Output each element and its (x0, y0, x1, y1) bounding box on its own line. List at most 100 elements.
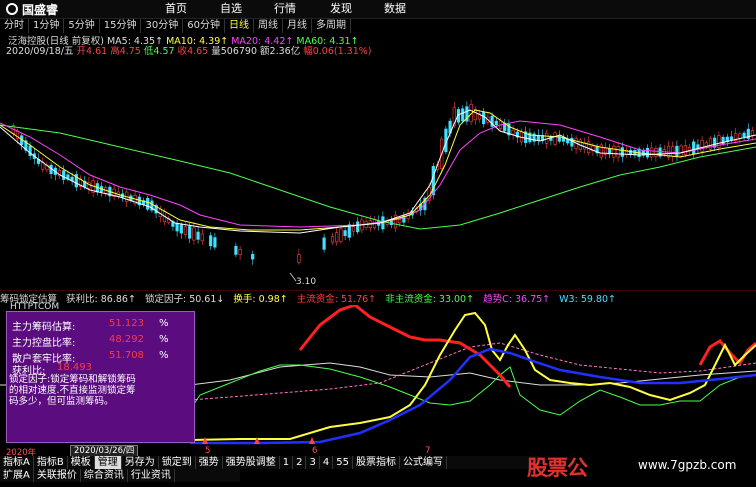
watermark-url: www.7gpzb.com (638, 458, 737, 472)
period-tab[interactable]: 周线 (254, 19, 283, 33)
candle (196, 231, 200, 240)
nav-home[interactable]: 首页 (165, 0, 187, 18)
candle (482, 111, 486, 125)
nav-discover[interactable]: 发现 (330, 0, 352, 18)
toolbar-extend-a[interactable]: 扩展A (0, 469, 34, 482)
panel-row-pct: % (159, 334, 169, 345)
toolbar-template[interactable]: 模板 (68, 456, 95, 469)
toolbar-formula-edit[interactable]: 公式编写 (400, 456, 447, 469)
app-logo: 国盛睿 (6, 0, 58, 18)
toolbar-num-4[interactable]: 4 (320, 456, 334, 469)
candle (183, 226, 188, 235)
candle (675, 145, 679, 157)
toolbar-related-quote[interactable]: 关联报价 (34, 469, 81, 482)
top-nav (0, 0, 756, 19)
period-bar: 分时 1分钟 5分钟 15分钟 30分钟 60分钟 日线 周线 月线 多周期 (0, 19, 430, 33)
nav-data[interactable]: 数据 (384, 0, 406, 18)
toolbar-indicator-a[interactable]: 指标A (0, 456, 34, 469)
candle (742, 132, 746, 138)
toolbar-save-as[interactable]: 另存为 (122, 456, 159, 469)
toolbar-news[interactable]: 综合资讯 (81, 469, 128, 482)
candle (62, 170, 66, 180)
candle (234, 245, 238, 255)
candle (356, 221, 360, 233)
period-tab[interactable]: 分时 (0, 19, 29, 33)
date-tick: 5 (205, 446, 211, 456)
panel-row-pct: % (159, 318, 169, 329)
blue-line (190, 347, 756, 445)
candle (213, 237, 217, 248)
toolbar-industry-news[interactable]: 行业资讯 (128, 469, 175, 482)
toolbar-num-1[interactable]: 1 (280, 456, 294, 469)
candle (620, 147, 624, 157)
candle (209, 235, 213, 247)
period-tab[interactable]: 30分钟 (141, 19, 184, 33)
candle (671, 146, 675, 157)
period-tab[interactable]: 1分钟 (29, 19, 65, 33)
period-tab-daily[interactable]: 日线 (225, 19, 254, 33)
candle (650, 147, 654, 158)
nav-watchlist[interactable]: 自选 (220, 0, 242, 18)
candle (343, 230, 347, 236)
indicator-w3: W3: 59.80↑ (559, 294, 616, 305)
candle (683, 145, 687, 155)
panel-row-value: 51.123 (109, 318, 144, 329)
ma20-line (0, 120, 756, 228)
candle (322, 237, 326, 250)
candle (200, 233, 204, 242)
period-tab[interactable]: 多周期 (312, 19, 351, 33)
toolbar-num-55[interactable]: 55 (333, 456, 353, 469)
candle (192, 227, 196, 241)
candle (511, 129, 515, 135)
period-tab[interactable]: 5分钟 (64, 19, 100, 33)
candle (238, 248, 242, 255)
watermark-brand: 股票公 (527, 456, 588, 480)
toolbar-num-3[interactable]: 3 (306, 456, 320, 469)
toolbar-indicator-b[interactable]: 指标B (34, 456, 68, 469)
indicator-lock: 锁定因子: 50.61↓ (144, 294, 225, 305)
indicator-main-fund: 主流资金: 51.76↑ (296, 294, 377, 305)
toolbar-strong-adjust[interactable]: 强势股调整 (223, 456, 280, 469)
period-tab[interactable]: 月线 (283, 19, 312, 33)
candle (297, 254, 301, 263)
candle (708, 137, 713, 150)
indicator-bar: 筹码锁定估算 获利比: 86.86↑ 锁定因子: 50.61↓ 换手: 0.98… (0, 290, 756, 305)
candle (494, 120, 498, 126)
ma5-line (0, 109, 756, 234)
date-tick: 6 (312, 446, 318, 456)
candle (188, 226, 192, 239)
candle (251, 254, 255, 260)
panel-row-value: 51.708 (109, 350, 144, 361)
ma60-line (0, 124, 756, 230)
panel-row-pct: % (159, 350, 169, 361)
low-price-label: 3.10 (296, 277, 316, 287)
toolbar-lock-to[interactable]: 锁定到 (159, 456, 196, 469)
chip-estimate-panel: 主力筹码估算: 51.123 % 主力控盘比率: 48.292 % 散户套牢比率… (6, 311, 195, 443)
candle (339, 228, 343, 242)
logo-icon (6, 3, 18, 15)
toolbar-strong[interactable]: 强势 (196, 456, 223, 469)
indicator-non-main: 非主流资金: 33.00↑ (385, 294, 475, 305)
candle (616, 146, 620, 158)
candle (351, 226, 356, 232)
candle (729, 136, 734, 141)
period-tab[interactable]: 60分钟 (183, 19, 225, 33)
toolbar-num-2[interactable]: 2 (293, 456, 307, 469)
panel-row-label: 主力控盘比率: (12, 338, 76, 349)
indicator-turnover: 换手: 0.98↑ (233, 294, 288, 305)
toolbar-manage[interactable]: 管理 (94, 456, 122, 469)
candle (645, 147, 650, 158)
candle (738, 133, 742, 139)
indicator-trend: 趋势C: 36.75↑ (483, 294, 551, 305)
logo-text: 国盛睿 (22, 2, 59, 17)
candle (146, 198, 150, 210)
candle (692, 141, 696, 155)
indicator-toolbar: 指标A 指标B 模板 管理 另存为 锁定到 强势 强势股调整 1 2 3 4 5… (0, 456, 540, 469)
toolbar-stock-indicator[interactable]: 股票指标 (353, 456, 400, 469)
candle (612, 145, 616, 158)
panel-description: 锁定因子:锁定筹码和解锁筹码的相对速度.不直接监测锁定筹码多少，但可监测筹码。 (9, 374, 136, 407)
candle (461, 108, 465, 122)
nav-market[interactable]: 行情 (274, 0, 296, 18)
candlestick-chart[interactable]: 3.10 (0, 55, 756, 290)
period-tab[interactable]: 15分钟 (100, 19, 142, 33)
